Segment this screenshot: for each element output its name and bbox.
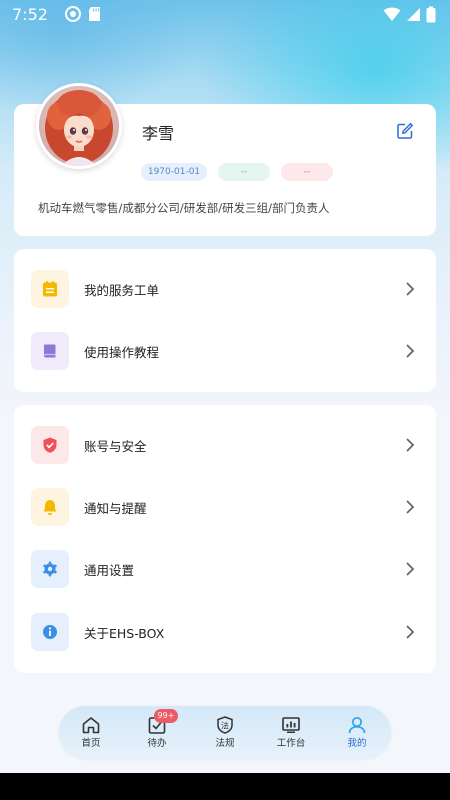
status-time: 7:52 — [12, 4, 48, 24]
bell-icon — [31, 488, 69, 526]
chevron-right-icon — [406, 500, 415, 514]
avatar[interactable] — [36, 83, 122, 169]
menu-label-notifications: 通知与提醒 — [84, 500, 147, 516]
gear-icon — [31, 550, 69, 588]
chevron-right-icon — [406, 562, 415, 576]
law-icon: 法 — [217, 716, 233, 734]
menu-item-general-settings[interactable]: 通用设置 — [14, 538, 436, 600]
tab-home[interactable]: 首页 — [63, 706, 119, 758]
menu-item-work-orders[interactable]: 我的服务工单 — [14, 258, 436, 320]
sync-icon — [64, 6, 81, 22]
wifi-icon — [383, 7, 401, 21]
menu-item-about[interactable]: 关于EHS-BOX — [14, 601, 436, 663]
tab-profile[interactable]: 我的 — [329, 706, 385, 758]
menu-item-account-security[interactable]: 账号与安全 — [14, 414, 436, 476]
chevron-right-icon — [406, 282, 415, 296]
user-name: 李雪 — [142, 124, 175, 143]
menu-item-notifications[interactable]: 通知与提醒 — [14, 476, 436, 538]
chevron-right-icon — [406, 344, 415, 358]
tab-label-law: 法规 — [215, 738, 235, 749]
menu-label-about: 关于EHS-BOX — [84, 625, 165, 641]
menu-label-work-orders: 我的服务工单 — [84, 282, 160, 298]
chevron-right-icon — [406, 625, 415, 639]
menu-group-settings: 账号与安全 通知与提醒 通用设置 关于EHS-BOX — [14, 405, 436, 673]
home-icon — [82, 717, 100, 734]
tab-label-todo: 待办 — [147, 738, 167, 749]
profile-icon — [348, 716, 366, 734]
tab-law[interactable]: 法 法规 — [197, 706, 253, 758]
status-tag-green: -- — [218, 163, 270, 181]
book-icon — [31, 332, 69, 370]
menu-label-tutorial: 使用操作教程 — [84, 344, 160, 360]
organization-path: 机动车燃气零售/成都分公司/研发部/研发三组/部门负责人 — [38, 201, 330, 215]
todo-count-badge: 99+ — [154, 709, 178, 723]
battery-icon — [426, 6, 436, 22]
menu-group-services: 我的服务工单 使用操作教程 — [14, 249, 436, 392]
menu-item-tutorial[interactable]: 使用操作教程 — [14, 320, 436, 382]
signal-icon — [407, 8, 420, 21]
tab-dashboard[interactable]: 工作台 — [263, 706, 319, 758]
dashboard-icon — [282, 717, 300, 733]
tab-label-profile: 我的 — [347, 738, 367, 749]
edit-icon[interactable] — [396, 122, 414, 140]
bottom-tab-bar: 首页 待办 法 法规 工作台 我的 — [59, 706, 391, 758]
tab-label-home: 首页 — [81, 738, 101, 749]
svg-text:法: 法 — [221, 721, 229, 731]
work-order-icon — [31, 270, 69, 308]
info-icon — [31, 613, 69, 651]
system-navigation-bar — [0, 773, 450, 800]
menu-label-account-security: 账号与安全 — [84, 438, 147, 454]
status-tag-red: -- — [281, 163, 333, 181]
shield-icon — [31, 426, 69, 464]
birth-date-tag: 1970-01-01 — [141, 163, 207, 181]
menu-label-general-settings: 通用设置 — [84, 562, 135, 578]
sd-card-icon — [88, 7, 100, 21]
profile-tags: 1970-01-01 -- -- — [141, 163, 333, 181]
status-bar: 7:52 — [0, 0, 450, 28]
tab-label-dashboard: 工作台 — [276, 738, 306, 749]
chevron-right-icon — [406, 438, 415, 452]
